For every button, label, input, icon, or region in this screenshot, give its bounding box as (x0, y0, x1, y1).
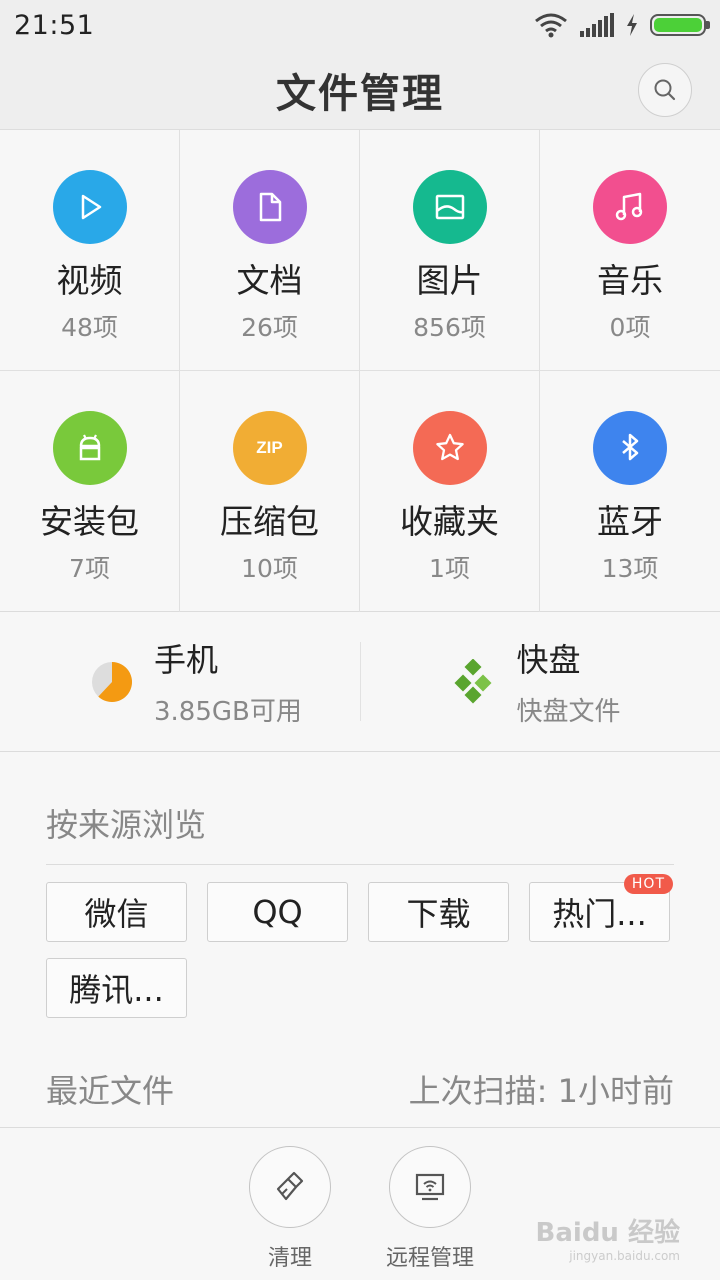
category-favorites[interactable]: 收藏夹 1项 (360, 371, 540, 612)
tool-label: 清理 (267, 1246, 312, 1271)
category-name: 视频 (56, 261, 123, 300)
category-icon-circle (232, 170, 307, 244)
bluetooth-icon (622, 433, 639, 461)
category-count: 1项 (429, 554, 470, 583)
signal-icon (580, 13, 614, 37)
storage-free: 3.85GB可用 (154, 697, 302, 727)
watermark-sub: jingyan.baidu.com (569, 1249, 680, 1263)
page-title: 文件管理 (276, 70, 444, 117)
recent-files-title: 最近文件 (46, 1072, 175, 1110)
recent-files-row: 最近文件 上次扫描: 1小时前 (46, 1066, 674, 1112)
charging-icon (627, 14, 637, 36)
category-count: 856项 (413, 313, 486, 342)
kuaipan-storage[interactable]: 快盘 快盘文件 (359, 641, 720, 727)
status-time: 21:51 (14, 9, 95, 41)
source-wechat-button[interactable]: 微信 (46, 882, 187, 942)
category-name: 安装包 (40, 502, 139, 541)
app-header: 文件管理 (0, 50, 720, 130)
category-name: 压缩包 (220, 502, 319, 541)
category-icon-circle (593, 411, 667, 485)
category-zip[interactable]: ZIP 压缩包 10项 (180, 371, 360, 612)
category-icon-circle (52, 411, 127, 485)
category-image[interactable]: 图片 856项 (360, 130, 540, 371)
category-icon-circle (412, 170, 487, 244)
category-count: 10项 (241, 554, 298, 583)
search-icon (654, 79, 676, 101)
broom-icon (276, 1171, 304, 1201)
music-icon (615, 192, 643, 221)
category-icon-circle (593, 170, 667, 244)
wifi-icon (535, 13, 567, 38)
category-count: 7项 (69, 554, 110, 583)
source-download-button[interactable]: 下载 (368, 882, 509, 942)
divider (46, 864, 674, 865)
android-icon (79, 434, 100, 461)
category-music[interactable]: 音乐 0项 (540, 130, 720, 371)
category-name: 图片 (416, 261, 483, 300)
last-scan-text: 上次扫描: 1小时前 (408, 1072, 674, 1110)
category-icon-circle (412, 411, 487, 485)
category-name: 音乐 (597, 261, 663, 300)
browse-section-title: 按来源浏览 (46, 806, 207, 844)
tool-circle (389, 1146, 471, 1228)
category-count: 48项 (61, 313, 118, 342)
category-icon-circle: ZIP (232, 411, 307, 485)
storage-title: 快盘 (516, 641, 581, 679)
clean-button[interactable]: 清理 (220, 1146, 360, 1272)
storage-pie-icon (92, 661, 132, 702)
hot-badge: HOT (623, 874, 673, 894)
baidu-watermark: Baidu 经验 jingyan.baidu.com (536, 1212, 680, 1263)
watermark-text: Baidu 经验 (535, 1218, 680, 1248)
category-name: 蓝牙 (597, 502, 663, 541)
battery-icon (650, 14, 710, 36)
storage-title: 手机 (154, 641, 219, 679)
star-icon (435, 433, 464, 461)
remote-manage-button[interactable]: 远程管理 (360, 1146, 500, 1272)
category-bluetooth[interactable]: 蓝牙 13项 (540, 371, 720, 612)
source-tencent-button[interactable]: 腾讯... (46, 958, 187, 1018)
source-hot-button[interactable]: 热门... HOT (529, 874, 673, 942)
status-bar: 21:51 (0, 0, 720, 50)
phone-storage[interactable]: 手机 3.85GB可用 (0, 612, 360, 751)
storage-section: 手机 3.85GB可用 快盘 快盘文件 (0, 612, 720, 752)
category-count: 13项 (601, 554, 659, 583)
category-icon-circle (52, 170, 127, 244)
category-name: 文档 (236, 261, 303, 300)
source-qq-button[interactable]: QQ (207, 882, 348, 942)
document-icon (259, 192, 281, 222)
category-count: 26项 (241, 313, 298, 342)
status-icons (534, 12, 710, 38)
category-name: 收藏夹 (400, 502, 499, 541)
play-icon (81, 194, 101, 220)
category-count: 0项 (609, 313, 651, 342)
storage-sub: 快盘文件 (516, 697, 621, 727)
category-grid: 视频 48项 文档 26项 图片 856项 音乐 0项 安装包 7项 ZIP 压… (0, 130, 720, 612)
tool-circle (249, 1146, 331, 1228)
category-video[interactable]: 视频 48项 (0, 130, 180, 371)
category-apk[interactable]: 安装包 7项 (0, 371, 180, 612)
kuaipan-logo-icon (454, 658, 491, 703)
source-hot-label: 热门... (552, 895, 647, 933)
image-icon (435, 194, 464, 220)
tool-label: 远程管理 (385, 1246, 474, 1271)
zip-icon: ZIP (256, 438, 283, 457)
category-document[interactable]: 文档 26项 (180, 130, 360, 371)
remote-pc-icon (415, 1173, 445, 1201)
search-button[interactable] (638, 63, 692, 117)
